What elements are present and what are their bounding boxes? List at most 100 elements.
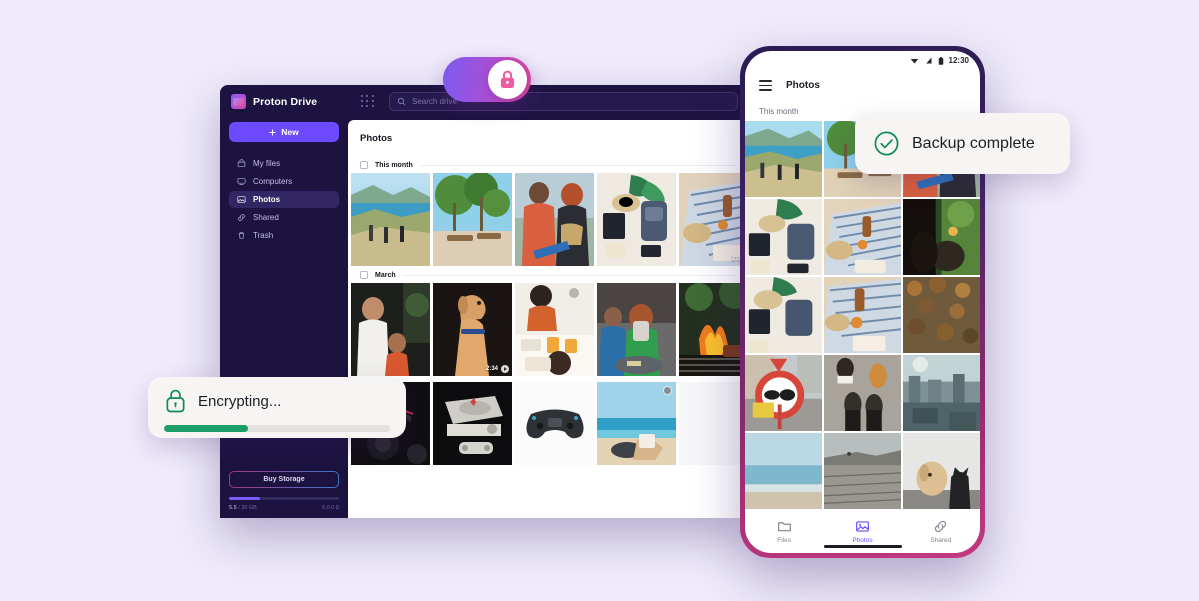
photo-tile[interactable]	[679, 283, 748, 376]
divider	[402, 274, 736, 276]
photo-tile[interactable]: 2:34	[433, 283, 512, 376]
encrypting-progress-bar	[164, 425, 390, 432]
buy-storage-button[interactable]: Buy Storage	[229, 471, 339, 488]
photo-icon	[856, 520, 869, 532]
sidebar-item-shared[interactable]: Shared	[229, 209, 339, 226]
photo-tile[interactable]: 2:34	[679, 173, 748, 266]
photo-tile[interactable]	[903, 433, 980, 509]
photo-tile[interactable]	[515, 382, 594, 465]
photo-tile[interactable]	[433, 173, 512, 266]
photo-tile[interactable]	[903, 199, 980, 275]
sidebar-nav: My files Computers Photos Shared Trash	[229, 155, 339, 244]
photo-tile[interactable]	[597, 283, 676, 376]
image-bbq-grill-flames	[679, 283, 748, 376]
plus-icon	[269, 128, 276, 136]
nav-item-photos[interactable]: Photos	[823, 519, 901, 544]
image-palm-beach-loungers	[433, 173, 512, 266]
search-input[interactable]: Search drive	[389, 92, 738, 111]
photo-tile[interactable]	[597, 382, 676, 465]
image-calm-sea-shoreline	[745, 433, 822, 509]
desktop-window: Proton Drive Search drive New My files C…	[220, 85, 748, 518]
image-couple-with-skateboard	[515, 173, 594, 266]
image-woman-taking-phone-photo	[597, 283, 676, 376]
sidebar-item-computers[interactable]: Computers	[229, 173, 339, 190]
trash-icon	[238, 232, 245, 239]
sync-status-icon	[663, 386, 672, 395]
backup-toast-text: Backup complete	[912, 134, 1035, 152]
video-duration: 2:34	[485, 366, 498, 372]
signal-icon	[925, 57, 932, 64]
scene: Proton Drive Search drive New My files C…	[0, 0, 1199, 601]
image-woman-reading-on-beach	[597, 382, 676, 465]
toggle-knob	[488, 60, 527, 99]
photo-tile[interactable]	[351, 283, 430, 376]
photo-tile[interactable]	[351, 173, 430, 266]
photo-tile[interactable]	[745, 277, 822, 353]
section-header-this-month: This month	[348, 156, 748, 173]
new-button[interactable]: New	[229, 122, 339, 142]
new-button-label: New	[281, 127, 299, 137]
photo-tile[interactable]	[824, 199, 901, 275]
sidebar-item-label: Shared	[253, 213, 279, 222]
photo-tile[interactable]	[515, 283, 594, 376]
nav-item-shared[interactable]: Shared	[902, 519, 980, 544]
photo-tile[interactable]	[745, 355, 822, 431]
photo-tile[interactable]	[824, 433, 901, 509]
photo-tile[interactable]	[515, 173, 594, 266]
image-picnic-blanket-on-sand	[679, 173, 748, 266]
image-friends-on-coastal-cliff	[745, 121, 822, 197]
app-brand: Proton Drive	[231, 94, 349, 109]
image-dog-and-cat-indoors	[903, 433, 980, 509]
sidebar-item-my-files[interactable]: My files	[229, 155, 339, 172]
photo-tile[interactable]	[903, 355, 980, 431]
nav-item-label: Files	[777, 536, 792, 544]
page-title: Photos	[360, 132, 393, 144]
proton-drive-logo-icon	[231, 94, 246, 109]
encryption-toggle[interactable]	[443, 57, 531, 102]
photo-tile[interactable]	[745, 199, 822, 275]
section-checkbox[interactable]	[360, 271, 368, 279]
photo-tile[interactable]	[433, 382, 512, 465]
search-placeholder: Search drive	[412, 97, 457, 106]
section-checkbox[interactable]	[360, 161, 368, 169]
video-duration-badge: 2:34	[486, 365, 509, 373]
storage-meter	[229, 497, 339, 500]
photo-tile[interactable]	[903, 277, 980, 353]
storage-legend: 5.5 / 30 GB 5.0.0 β	[229, 505, 339, 511]
nav-item-files[interactable]: Files	[745, 519, 823, 544]
nav-item-label: Photos	[852, 536, 873, 544]
image-autumn-leaves-ground	[903, 277, 980, 353]
sidebar: New My files Computers Photos Shared Tra…	[220, 118, 348, 518]
link-icon	[935, 520, 947, 532]
backup-complete-toast: Backup complete	[855, 113, 1070, 174]
sidebar-footer: Buy Storage 5.5 / 30 GB 5.0.0 β	[229, 471, 339, 518]
image-retro-playstation-console	[433, 382, 512, 465]
hamburger-menu-icon[interactable]	[759, 80, 772, 91]
status-time: 12:30	[948, 56, 969, 65]
lock-icon	[166, 389, 185, 413]
sidebar-item-photos[interactable]: Photos	[229, 191, 339, 208]
folder-lock-icon	[237, 159, 246, 167]
image-picnic-blanket-on-sand	[824, 199, 901, 275]
search-icon	[397, 97, 406, 106]
image-brunch-table-friends	[515, 283, 594, 376]
photo-tile[interactable]	[824, 277, 901, 353]
lock-icon	[500, 70, 515, 89]
check-circle-icon	[874, 131, 899, 156]
photo-row	[351, 382, 748, 465]
section-label: This month	[375, 161, 413, 169]
image-city-skyline-rooftop	[903, 355, 980, 431]
photo-tile[interactable]	[679, 382, 748, 465]
divider	[419, 164, 736, 166]
image-flatlay-travel-backpack	[597, 173, 676, 266]
phone-status-bar: 12:30	[745, 51, 980, 70]
buy-storage-label: Buy Storage	[263, 476, 305, 483]
apps-grid-icon[interactable]	[361, 94, 375, 109]
photo-tile[interactable]	[745, 433, 822, 509]
sidebar-item-trash[interactable]: Trash	[229, 227, 339, 244]
image-feet-on-pavement	[824, 355, 901, 431]
photo-tile[interactable]	[597, 173, 676, 266]
photo-tile[interactable]	[745, 121, 822, 197]
photo-tile[interactable]	[824, 355, 901, 431]
image-drinks-on-striped-blanket	[824, 277, 901, 353]
